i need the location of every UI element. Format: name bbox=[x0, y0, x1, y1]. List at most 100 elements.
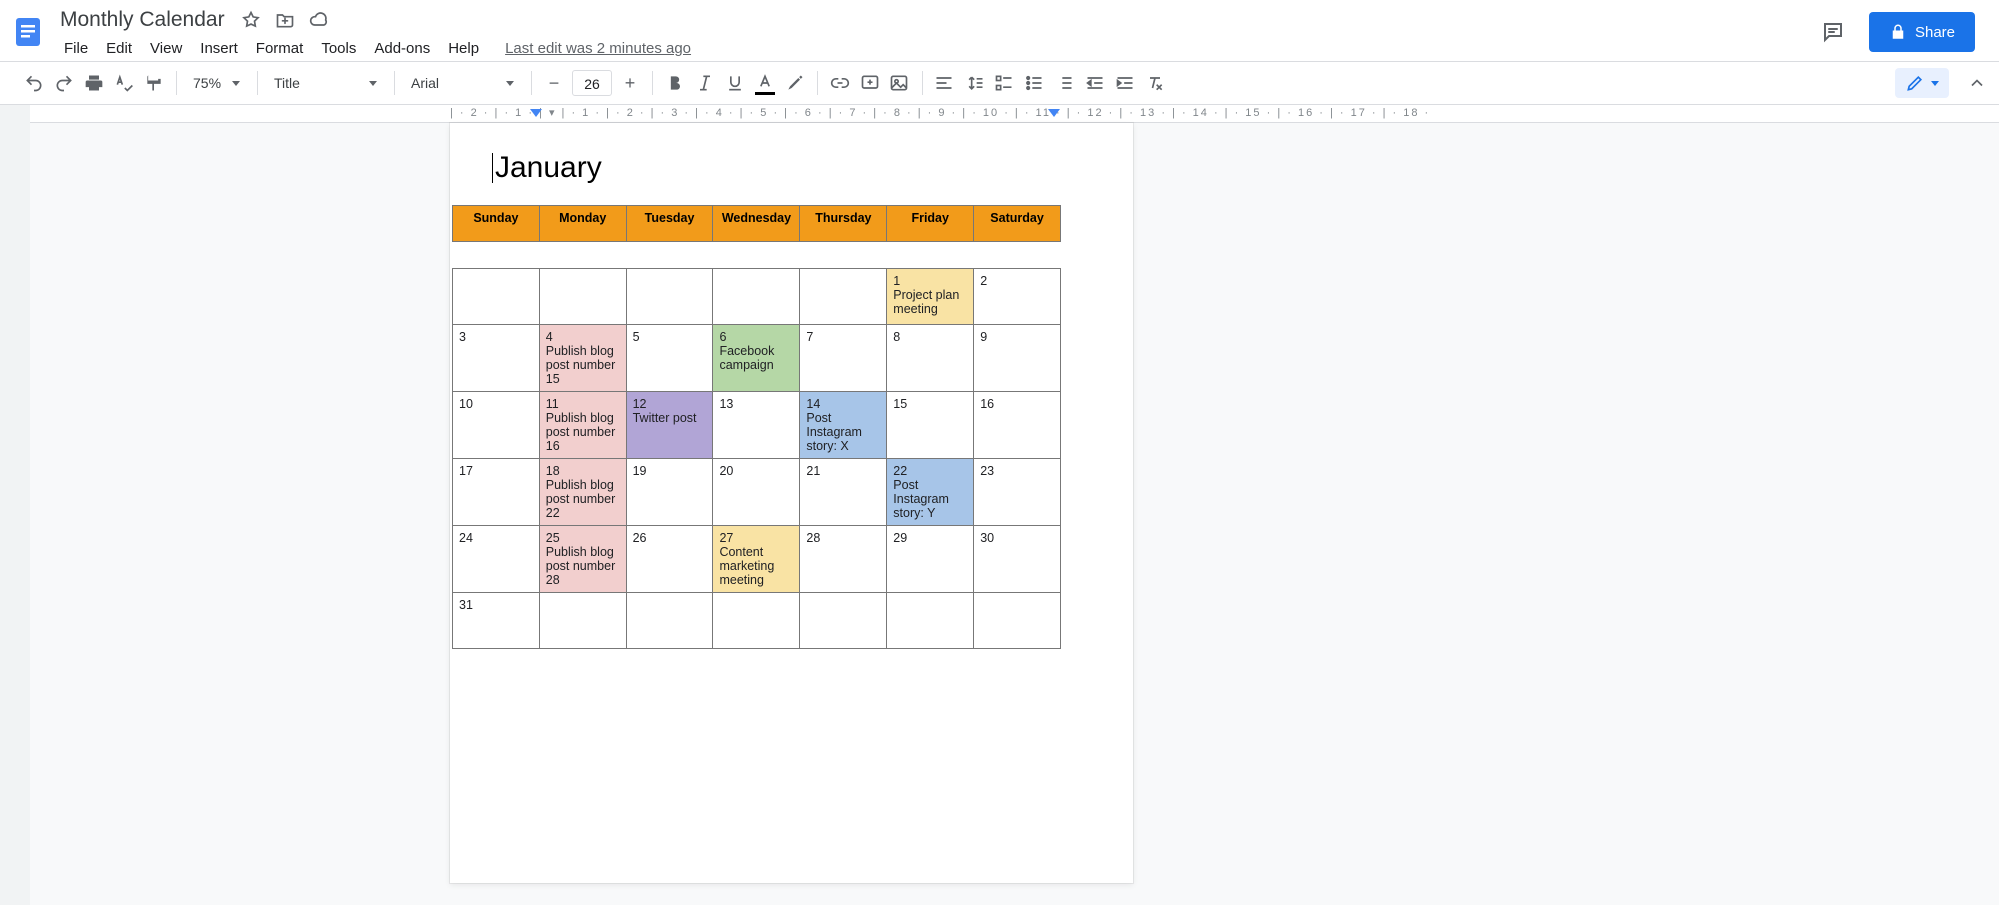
calendar-cell[interactable]: 10 bbox=[453, 392, 540, 459]
calendar-cell[interactable] bbox=[453, 269, 540, 325]
calendar-cell[interactable]: 11Publish blog post number 16 bbox=[539, 392, 626, 459]
calendar-body-table[interactable]: 1Project plan meeting234Publish blog pos… bbox=[452, 268, 1061, 649]
calendar-cell[interactable]: 29 bbox=[887, 526, 974, 593]
calendar-cell[interactable] bbox=[800, 269, 887, 325]
italic-button[interactable] bbox=[691, 69, 719, 97]
calendar-header-cell[interactable]: Monday bbox=[539, 206, 626, 242]
calendar-cell[interactable]: 9 bbox=[974, 325, 1061, 392]
font-select[interactable]: Arial bbox=[403, 69, 523, 97]
calendar-cell[interactable]: 4Publish blog post number 15 bbox=[539, 325, 626, 392]
calendar-cell[interactable]: 14Post Instagram story: X bbox=[800, 392, 887, 459]
calendar-cell[interactable]: 23 bbox=[974, 459, 1061, 526]
open-comments-button[interactable] bbox=[1813, 12, 1853, 52]
calendar-cell[interactable]: 15 bbox=[887, 392, 974, 459]
insert-image-button[interactable] bbox=[886, 69, 914, 97]
calendar-cell[interactable]: 19 bbox=[626, 459, 713, 526]
paint-format-button[interactable] bbox=[140, 69, 168, 97]
menu-file[interactable]: File bbox=[56, 36, 96, 61]
paragraph-style-select[interactable]: Title bbox=[266, 69, 386, 97]
print-button[interactable] bbox=[80, 69, 108, 97]
calendar-cell[interactable]: 27Content marketing meeting bbox=[713, 526, 800, 593]
cloud-status-icon[interactable] bbox=[307, 8, 331, 32]
calendar-header-cell[interactable]: Tuesday bbox=[626, 206, 713, 242]
move-icon[interactable] bbox=[273, 8, 297, 32]
menu-tools[interactable]: Tools bbox=[313, 36, 364, 61]
page-heading[interactable]: January bbox=[492, 151, 1133, 185]
calendar-cell[interactable] bbox=[713, 593, 800, 649]
calendar-cell[interactable]: 8 bbox=[887, 325, 974, 392]
calendar-cell[interactable]: 25Publish blog post number 28 bbox=[539, 526, 626, 593]
insert-link-button[interactable] bbox=[826, 69, 854, 97]
calendar-cell[interactable]: 24 bbox=[453, 526, 540, 593]
docs-logo-icon[interactable] bbox=[8, 6, 48, 58]
calendar-cell[interactable] bbox=[887, 593, 974, 649]
font-size-increase-button[interactable]: + bbox=[616, 69, 644, 97]
calendar-header-cell[interactable]: Wednesday bbox=[713, 206, 800, 242]
calendar-cell[interactable]: 21 bbox=[800, 459, 887, 526]
clear-formatting-button[interactable] bbox=[1141, 69, 1169, 97]
redo-button[interactable] bbox=[50, 69, 78, 97]
calendar-header-cell[interactable]: Sunday bbox=[453, 206, 540, 242]
menu-edit[interactable]: Edit bbox=[98, 36, 140, 61]
underline-button[interactable] bbox=[721, 69, 749, 97]
calendar-header-cell[interactable]: Friday bbox=[887, 206, 974, 242]
last-edit-link[interactable]: Last edit was 2 minutes ago bbox=[505, 40, 691, 57]
calendar-cell[interactable]: 7 bbox=[800, 325, 887, 392]
calendar-cell[interactable] bbox=[626, 269, 713, 325]
bulleted-list-button[interactable] bbox=[1021, 69, 1049, 97]
calendar-header-cell[interactable]: Thursday bbox=[800, 206, 887, 242]
calendar-cell[interactable]: 5 bbox=[626, 325, 713, 392]
calendar-cell[interactable]: 20 bbox=[713, 459, 800, 526]
insert-comment-button[interactable] bbox=[856, 69, 884, 97]
calendar-cell[interactable]: 30 bbox=[974, 526, 1061, 593]
undo-button[interactable] bbox=[20, 69, 48, 97]
calendar-cell[interactable]: 17 bbox=[453, 459, 540, 526]
calendar-cell[interactable] bbox=[974, 593, 1061, 649]
horizontal-ruler[interactable]: | · 2 · | · 1 · | ▾ | · 1 · | · 2 · | · … bbox=[30, 105, 1999, 123]
numbered-list-button[interactable] bbox=[1051, 69, 1079, 97]
editing-mode-button[interactable] bbox=[1895, 68, 1949, 98]
calendar-cell[interactable] bbox=[539, 593, 626, 649]
calendar-header-table[interactable]: SundayMondayTuesdayWednesdayThursdayFrid… bbox=[452, 205, 1061, 242]
document-title[interactable]: Monthly Calendar bbox=[56, 6, 229, 34]
calendar-cell[interactable] bbox=[626, 593, 713, 649]
calendar-cell[interactable]: 22Post Instagram story: Y bbox=[887, 459, 974, 526]
line-spacing-button[interactable] bbox=[961, 69, 989, 97]
calendar-cell[interactable]: 31 bbox=[453, 593, 540, 649]
menu-addons[interactable]: Add-ons bbox=[366, 36, 438, 61]
share-button[interactable]: Share bbox=[1869, 12, 1975, 52]
calendar-cell[interactable] bbox=[539, 269, 626, 325]
calendar-cell[interactable]: 3 bbox=[453, 325, 540, 392]
calendar-cell[interactable]: 26 bbox=[626, 526, 713, 593]
document-page[interactable]: January SundayMondayTuesdayWednesdayThur… bbox=[450, 123, 1133, 883]
bold-button[interactable] bbox=[661, 69, 689, 97]
hide-menus-button[interactable] bbox=[1963, 69, 1991, 97]
left-indent-marker-icon[interactable] bbox=[530, 109, 542, 117]
align-button[interactable] bbox=[931, 69, 959, 97]
calendar-cell[interactable]: 12Twitter post bbox=[626, 392, 713, 459]
calendar-cell[interactable]: 1Project plan meeting bbox=[887, 269, 974, 325]
font-size-value[interactable]: 26 bbox=[572, 70, 612, 96]
decrease-indent-button[interactable] bbox=[1081, 69, 1109, 97]
calendar-header-cell[interactable]: Saturday bbox=[974, 206, 1061, 242]
calendar-cell[interactable]: 6Facebook campaign bbox=[713, 325, 800, 392]
calendar-cell[interactable]: 28 bbox=[800, 526, 887, 593]
menu-format[interactable]: Format bbox=[248, 36, 312, 61]
menu-view[interactable]: View bbox=[142, 36, 190, 61]
calendar-cell[interactable] bbox=[713, 269, 800, 325]
calendar-cell[interactable]: 18Publish blog post number 22 bbox=[539, 459, 626, 526]
calendar-cell[interactable]: 13 bbox=[713, 392, 800, 459]
star-icon[interactable] bbox=[239, 8, 263, 32]
menu-insert[interactable]: Insert bbox=[192, 36, 246, 61]
zoom-select[interactable]: 75% bbox=[185, 69, 249, 97]
checklist-button[interactable] bbox=[991, 69, 1019, 97]
calendar-cell[interactable]: 2 bbox=[974, 269, 1061, 325]
increase-indent-button[interactable] bbox=[1111, 69, 1139, 97]
menu-help[interactable]: Help bbox=[440, 36, 487, 61]
calendar-cell[interactable]: 16 bbox=[974, 392, 1061, 459]
calendar-cell[interactable] bbox=[800, 593, 887, 649]
spellcheck-button[interactable] bbox=[110, 69, 138, 97]
font-size-decrease-button[interactable]: − bbox=[540, 69, 568, 97]
text-color-button[interactable] bbox=[751, 69, 779, 97]
right-indent-marker-icon[interactable] bbox=[1048, 109, 1060, 117]
